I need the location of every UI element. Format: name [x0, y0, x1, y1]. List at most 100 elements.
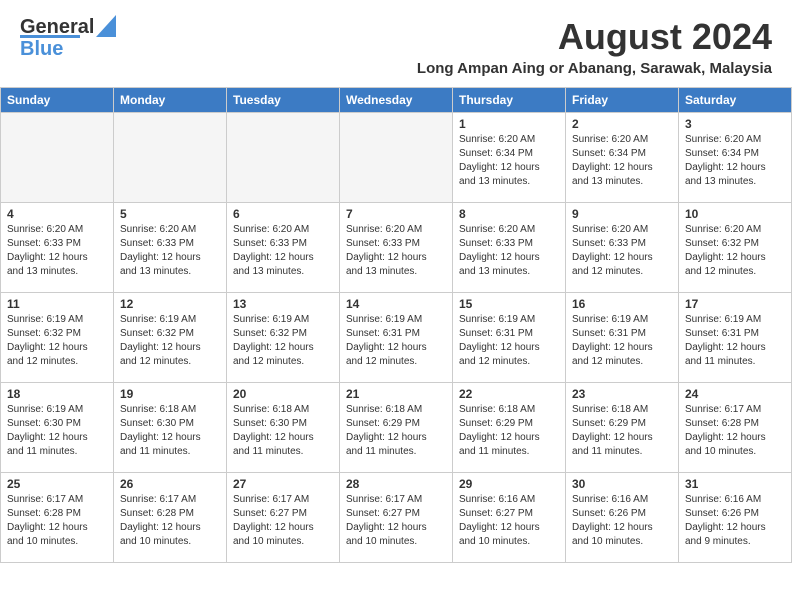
day-cell-24: 24 Sunrise: 6:17 AM Sunset: 6:28 PM Dayl…	[679, 383, 792, 473]
day-number: 1	[459, 117, 559, 131]
week-row-3: 11 Sunrise: 6:19 AM Sunset: 6:32 PM Dayl…	[1, 293, 792, 383]
day-cell-5: 5 Sunrise: 6:20 AM Sunset: 6:33 PM Dayli…	[114, 203, 227, 293]
day-cell-15: 15 Sunrise: 6:19 AM Sunset: 6:31 PM Dayl…	[453, 293, 566, 383]
day-info: Sunrise: 6:20 AM Sunset: 6:33 PM Dayligh…	[7, 223, 107, 279]
day-info: Sunrise: 6:19 AM Sunset: 6:32 PM Dayligh…	[120, 313, 220, 369]
day-number: 10	[685, 207, 785, 221]
day-cell-19: 19 Sunrise: 6:18 AM Sunset: 6:30 PM Dayl…	[114, 383, 227, 473]
day-cell-25: 25 Sunrise: 6:17 AM Sunset: 6:28 PM Dayl…	[1, 473, 114, 563]
day-cell-4: 4 Sunrise: 6:20 AM Sunset: 6:33 PM Dayli…	[1, 203, 114, 293]
day-info: Sunrise: 6:18 AM Sunset: 6:30 PM Dayligh…	[120, 403, 220, 459]
logo-icon	[96, 15, 116, 37]
day-cell-30: 30 Sunrise: 6:16 AM Sunset: 6:26 PM Dayl…	[566, 473, 679, 563]
location-title: Long Ampan Aing or Abanang, Sarawak, Mal…	[417, 60, 772, 77]
day-cell-2: 2 Sunrise: 6:20 AM Sunset: 6:34 PM Dayli…	[566, 113, 679, 203]
day-cell-10: 10 Sunrise: 6:20 AM Sunset: 6:32 PM Dayl…	[679, 203, 792, 293]
day-number: 19	[120, 387, 220, 401]
day-info: Sunrise: 6:20 AM Sunset: 6:33 PM Dayligh…	[572, 223, 672, 279]
day-number: 13	[233, 297, 333, 311]
day-number: 8	[459, 207, 559, 221]
day-cell-11: 11 Sunrise: 6:19 AM Sunset: 6:32 PM Dayl…	[1, 293, 114, 383]
day-number: 11	[7, 297, 107, 311]
day-info: Sunrise: 6:20 AM Sunset: 6:32 PM Dayligh…	[685, 223, 785, 279]
day-number: 26	[120, 477, 220, 491]
empty-cell	[114, 113, 227, 203]
day-cell-20: 20 Sunrise: 6:18 AM Sunset: 6:30 PM Dayl…	[227, 383, 340, 473]
day-cell-1: 1 Sunrise: 6:20 AM Sunset: 6:34 PM Dayli…	[453, 113, 566, 203]
page-header: General Blue August 2024 Long Ampan Aing…	[0, 0, 792, 81]
week-row-1: 1 Sunrise: 6:20 AM Sunset: 6:34 PM Dayli…	[1, 113, 792, 203]
day-info: Sunrise: 6:18 AM Sunset: 6:29 PM Dayligh…	[572, 403, 672, 459]
day-number: 17	[685, 297, 785, 311]
day-cell-18: 18 Sunrise: 6:19 AM Sunset: 6:30 PM Dayl…	[1, 383, 114, 473]
day-info: Sunrise: 6:19 AM Sunset: 6:31 PM Dayligh…	[459, 313, 559, 369]
day-cell-23: 23 Sunrise: 6:18 AM Sunset: 6:29 PM Dayl…	[566, 383, 679, 473]
day-info: Sunrise: 6:19 AM Sunset: 6:32 PM Dayligh…	[233, 313, 333, 369]
weekday-header-tuesday: Tuesday	[227, 88, 340, 113]
weekday-header-thursday: Thursday	[453, 88, 566, 113]
calendar-table: SundayMondayTuesdayWednesdayThursdayFrid…	[0, 87, 792, 563]
day-number: 22	[459, 387, 559, 401]
day-cell-21: 21 Sunrise: 6:18 AM Sunset: 6:29 PM Dayl…	[340, 383, 453, 473]
day-number: 3	[685, 117, 785, 131]
weekday-header-friday: Friday	[566, 88, 679, 113]
day-info: Sunrise: 6:16 AM Sunset: 6:27 PM Dayligh…	[459, 493, 559, 549]
day-number: 9	[572, 207, 672, 221]
day-info: Sunrise: 6:19 AM Sunset: 6:31 PM Dayligh…	[572, 313, 672, 369]
weekday-header-saturday: Saturday	[679, 88, 792, 113]
day-cell-26: 26 Sunrise: 6:17 AM Sunset: 6:28 PM Dayl…	[114, 473, 227, 563]
day-number: 16	[572, 297, 672, 311]
day-info: Sunrise: 6:20 AM Sunset: 6:34 PM Dayligh…	[572, 133, 672, 189]
day-cell-31: 31 Sunrise: 6:16 AM Sunset: 6:26 PM Dayl…	[679, 473, 792, 563]
day-number: 30	[572, 477, 672, 491]
day-info: Sunrise: 6:20 AM Sunset: 6:33 PM Dayligh…	[233, 223, 333, 279]
day-cell-29: 29 Sunrise: 6:16 AM Sunset: 6:27 PM Dayl…	[453, 473, 566, 563]
day-info: Sunrise: 6:17 AM Sunset: 6:28 PM Dayligh…	[7, 493, 107, 549]
day-info: Sunrise: 6:20 AM Sunset: 6:34 PM Dayligh…	[459, 133, 559, 189]
day-cell-22: 22 Sunrise: 6:18 AM Sunset: 6:29 PM Dayl…	[453, 383, 566, 473]
day-number: 15	[459, 297, 559, 311]
empty-cell	[340, 113, 453, 203]
day-number: 20	[233, 387, 333, 401]
day-info: Sunrise: 6:19 AM Sunset: 6:31 PM Dayligh…	[685, 313, 785, 369]
day-info: Sunrise: 6:19 AM Sunset: 6:31 PM Dayligh…	[346, 313, 446, 369]
day-cell-13: 13 Sunrise: 6:19 AM Sunset: 6:32 PM Dayl…	[227, 293, 340, 383]
day-info: Sunrise: 6:20 AM Sunset: 6:33 PM Dayligh…	[120, 223, 220, 279]
day-cell-14: 14 Sunrise: 6:19 AM Sunset: 6:31 PM Dayl…	[340, 293, 453, 383]
day-info: Sunrise: 6:17 AM Sunset: 6:27 PM Dayligh…	[233, 493, 333, 549]
day-info: Sunrise: 6:19 AM Sunset: 6:32 PM Dayligh…	[7, 313, 107, 369]
empty-cell	[1, 113, 114, 203]
title-block: August 2024 Long Ampan Aing or Abanang, …	[417, 16, 772, 77]
day-number: 28	[346, 477, 446, 491]
day-cell-12: 12 Sunrise: 6:19 AM Sunset: 6:32 PM Dayl…	[114, 293, 227, 383]
day-cell-6: 6 Sunrise: 6:20 AM Sunset: 6:33 PM Dayli…	[227, 203, 340, 293]
day-number: 27	[233, 477, 333, 491]
day-number: 21	[346, 387, 446, 401]
day-info: Sunrise: 6:20 AM Sunset: 6:33 PM Dayligh…	[346, 223, 446, 279]
day-info: Sunrise: 6:18 AM Sunset: 6:29 PM Dayligh…	[346, 403, 446, 459]
day-info: Sunrise: 6:19 AM Sunset: 6:30 PM Dayligh…	[7, 403, 107, 459]
day-cell-16: 16 Sunrise: 6:19 AM Sunset: 6:31 PM Dayl…	[566, 293, 679, 383]
day-info: Sunrise: 6:17 AM Sunset: 6:28 PM Dayligh…	[120, 493, 220, 549]
day-number: 4	[7, 207, 107, 221]
week-row-2: 4 Sunrise: 6:20 AM Sunset: 6:33 PM Dayli…	[1, 203, 792, 293]
week-row-4: 18 Sunrise: 6:19 AM Sunset: 6:30 PM Dayl…	[1, 383, 792, 473]
weekday-header-sunday: Sunday	[1, 88, 114, 113]
day-info: Sunrise: 6:20 AM Sunset: 6:33 PM Dayligh…	[459, 223, 559, 279]
weekday-header-monday: Monday	[114, 88, 227, 113]
month-title: August 2024	[417, 16, 772, 58]
day-number: 24	[685, 387, 785, 401]
week-row-5: 25 Sunrise: 6:17 AM Sunset: 6:28 PM Dayl…	[1, 473, 792, 563]
day-number: 6	[233, 207, 333, 221]
day-cell-3: 3 Sunrise: 6:20 AM Sunset: 6:34 PM Dayli…	[679, 113, 792, 203]
day-cell-17: 17 Sunrise: 6:19 AM Sunset: 6:31 PM Dayl…	[679, 293, 792, 383]
day-cell-28: 28 Sunrise: 6:17 AM Sunset: 6:27 PM Dayl…	[340, 473, 453, 563]
day-number: 25	[7, 477, 107, 491]
day-info: Sunrise: 6:17 AM Sunset: 6:28 PM Dayligh…	[685, 403, 785, 459]
day-number: 18	[7, 387, 107, 401]
logo: General Blue	[20, 16, 116, 61]
day-number: 14	[346, 297, 446, 311]
weekday-header-wednesday: Wednesday	[340, 88, 453, 113]
day-number: 23	[572, 387, 672, 401]
day-info: Sunrise: 6:16 AM Sunset: 6:26 PM Dayligh…	[572, 493, 672, 549]
